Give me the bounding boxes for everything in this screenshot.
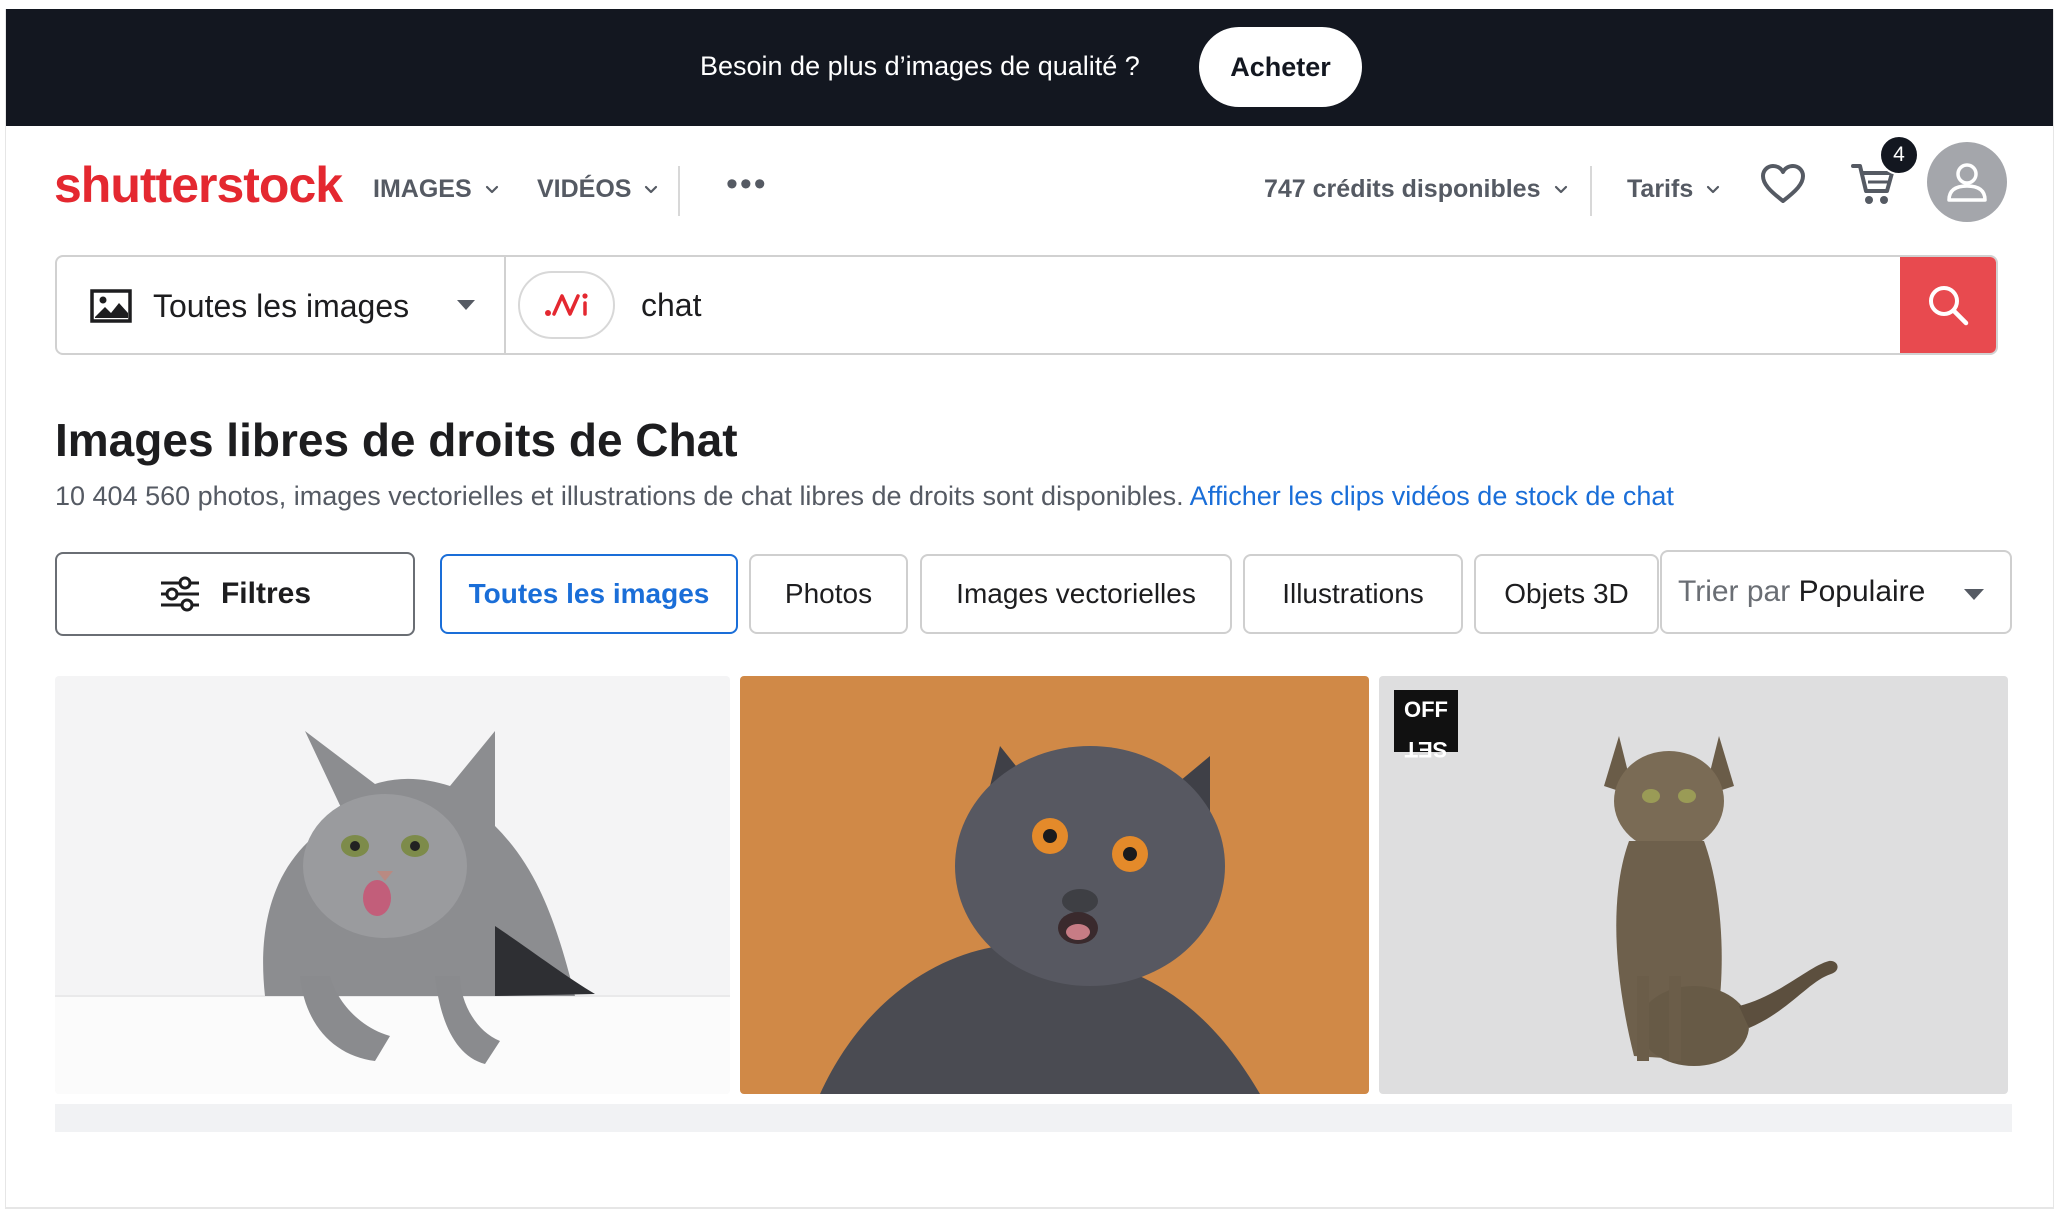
heart-icon[interactable] <box>1760 163 1806 205</box>
chevron-down-icon <box>485 185 498 194</box>
shutterstock-logo[interactable]: shutterstock <box>54 157 343 213</box>
results-summary: 10 404 560 photos, images vectorielles e… <box>55 479 1674 513</box>
more-menu-icon[interactable]: ••• <box>726 167 768 201</box>
cart-count-badge: 4 <box>1879 135 1919 175</box>
chip-photos[interactable]: Photos <box>749 554 908 634</box>
ai-icon <box>544 293 588 316</box>
page-title: Images libres de droits de Chat <box>55 414 738 466</box>
british-shorthair-photo <box>740 676 1369 1094</box>
next-results-row-placeholder <box>55 1104 2012 1132</box>
svg-text:SET: SET <box>1404 737 1447 762</box>
nav-videos[interactable]: VIDÉOS <box>537 174 659 204</box>
tabby-cat-photo <box>55 676 730 1094</box>
nav-divider <box>1590 166 1592 216</box>
nav-divider <box>678 166 680 216</box>
sort-value: Populaire <box>1798 575 1926 608</box>
search-icon <box>1929 286 1969 326</box>
chip-illustrations[interactable]: Illustrations <box>1243 554 1463 634</box>
chevron-down-icon <box>645 185 658 194</box>
user-icon <box>1947 163 1987 202</box>
credits-menu[interactable]: 747 crédits disponibles <box>1264 174 1569 204</box>
result-image-2[interactable] <box>740 676 1369 1094</box>
chip-all-images[interactable]: Toutes les images <box>440 554 738 634</box>
pricing-label: Tarifs <box>1627 175 1694 203</box>
chip-vectors[interactable]: Images vectorielles <box>920 554 1232 634</box>
search-button[interactable] <box>1900 257 1996 353</box>
account-avatar[interactable] <box>1927 142 2007 222</box>
result-image-3[interactable]: OFF SET <box>1379 676 2008 1094</box>
image-type-select[interactable]: Toutes les images <box>57 257 506 353</box>
search-input[interactable] <box>641 257 1881 353</box>
filters-label: Filtres <box>220 577 312 610</box>
credits-label: 747 crédits disponibles <box>1264 175 1541 203</box>
sort-label: Trier par Populaire <box>1678 574 1925 610</box>
nav-videos-label: VIDÉOS <box>537 175 632 203</box>
nav-images-label: IMAGES <box>373 175 472 203</box>
sort-prefix: Trier par <box>1678 575 1791 608</box>
result-image-1[interactable] <box>55 676 730 1094</box>
image-type-label: Toutes les images <box>153 288 410 324</box>
ai-search-toggle[interactable] <box>518 271 615 339</box>
image-icon <box>90 289 132 323</box>
chevron-down-icon <box>1554 185 1567 194</box>
results-count-text: 10 404 560 photos, images vectorielles e… <box>55 481 1184 511</box>
sliders-icon <box>160 576 199 612</box>
search-bar: Toutes les images <box>55 255 1998 355</box>
sitting-tabby-photo: OFF SET <box>1379 676 2008 1094</box>
caret-down-icon <box>1964 589 1984 600</box>
offset-badge: OFF SET <box>1394 690 1458 762</box>
caret-down-icon <box>457 300 475 310</box>
banner-text: Besoin de plus d’images de qualité ? <box>700 51 1140 81</box>
chevron-down-icon <box>1707 185 1720 194</box>
video-clips-link[interactable]: Afficher les clips vidéos de stock de ch… <box>1190 481 1674 511</box>
filters-button[interactable]: Filtres <box>55 552 415 636</box>
promo-banner: Besoin de plus d’images de qualité ? Ach… <box>6 9 2053 126</box>
buy-button[interactable]: Acheter <box>1199 27 1362 107</box>
pricing-menu[interactable]: Tarifs <box>1627 174 1721 204</box>
nav-images[interactable]: IMAGES <box>373 174 500 204</box>
svg-text:OFF: OFF <box>1404 697 1448 722</box>
page-frame: Besoin de plus d’images de qualité ? Ach… <box>5 9 2054 1209</box>
sort-select[interactable]: Trier par Populaire <box>1660 550 2012 634</box>
chip-3d-objects[interactable]: Objets 3D <box>1474 554 1659 634</box>
